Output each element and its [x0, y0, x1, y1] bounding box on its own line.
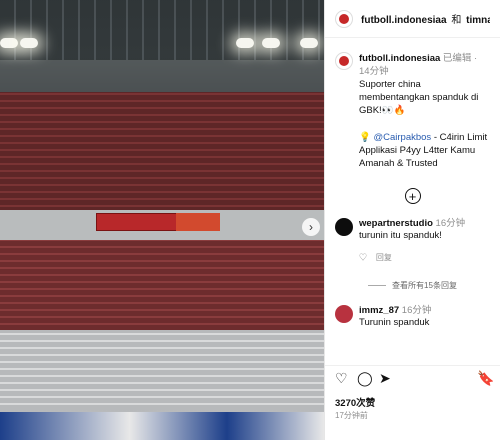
load-more-button[interactable]: + — [404, 188, 421, 204]
promo-mention[interactable]: @Cairpakbos — [373, 132, 431, 143]
comment-time: 16分钟 — [435, 218, 466, 229]
instagram-post-view: › futboll.indonesiaa 和 timnasline futbol… — [0, 0, 500, 440]
header-accounts: futboll.indonesiaa 和 timnasline — [361, 11, 490, 26]
ad-board — [0, 412, 324, 440]
fan-banner-end — [176, 213, 220, 231]
caption-text: Suporter china membentangkan spanduk di … — [359, 79, 479, 116]
reply-button[interactable]: 回复 — [376, 253, 392, 262]
post-sidebar: futboll.indonesiaa 和 timnasline futboll.… — [324, 0, 500, 440]
comment-reply-row: ♡ 回复 — [359, 252, 465, 264]
comment-item: wepartnerstudio 16分钟 turunin itu spanduk… — [325, 218, 500, 264]
likes-count[interactable]: 3270次赞 — [335, 395, 375, 409]
comment-time: 16分钟 — [401, 305, 432, 316]
header-collaborator[interactable]: timnasline — [466, 15, 490, 26]
floodlights — [0, 38, 324, 52]
post-date: 17分钟前 — [335, 411, 368, 420]
post-photo[interactable]: › — [0, 0, 324, 440]
next-arrow-icon[interactable]: › — [302, 218, 320, 236]
heart-icon[interactable]: ♡ — [335, 371, 349, 385]
comment-text: turunin itu spanduk! — [359, 230, 442, 241]
view-replies-link[interactable]: 查看所有15条回复 — [325, 280, 500, 291]
post-header: futboll.indonesiaa 和 timnasline — [325, 0, 500, 38]
heart-small-icon[interactable]: ♡ — [359, 253, 367, 262]
bookmark-icon[interactable]: 🔖 — [477, 371, 494, 385]
caption-username[interactable]: futboll.indonesiaa — [359, 53, 440, 64]
header-username[interactable]: futboll.indonesiaa — [361, 15, 447, 26]
comment-username[interactable]: immz_87 — [359, 305, 399, 316]
promo-text: 💡 @Cairpakbos - C4irin Limit Applikasi P… — [359, 131, 490, 170]
comment-text: Turunin spanduk — [359, 317, 430, 328]
avatar[interactable] — [335, 9, 353, 28]
bulb-icon: 💡 — [359, 132, 371, 143]
commenter-avatar[interactable] — [335, 305, 353, 323]
post-caption: futboll.indonesiaa 已编辑 · 14分钟 Suporter c… — [325, 38, 500, 170]
comment-username[interactable]: wepartnerstudio — [359, 218, 433, 229]
header-and: 和 — [451, 15, 462, 26]
share-icon[interactable]: ➤ — [379, 371, 393, 385]
comment-icon[interactable]: ◯ — [357, 371, 373, 385]
lower-stand — [0, 330, 324, 410]
commenter-avatar[interactable] — [335, 218, 353, 236]
action-bar: ♡ ◯ ➤ 🔖 — [325, 365, 500, 389]
middle-stand — [0, 240, 324, 330]
avatar[interactable] — [335, 52, 353, 70]
upper-stand — [0, 92, 324, 212]
comment-item: immz_87 16分钟 Turunin spanduk — [325, 305, 500, 329]
